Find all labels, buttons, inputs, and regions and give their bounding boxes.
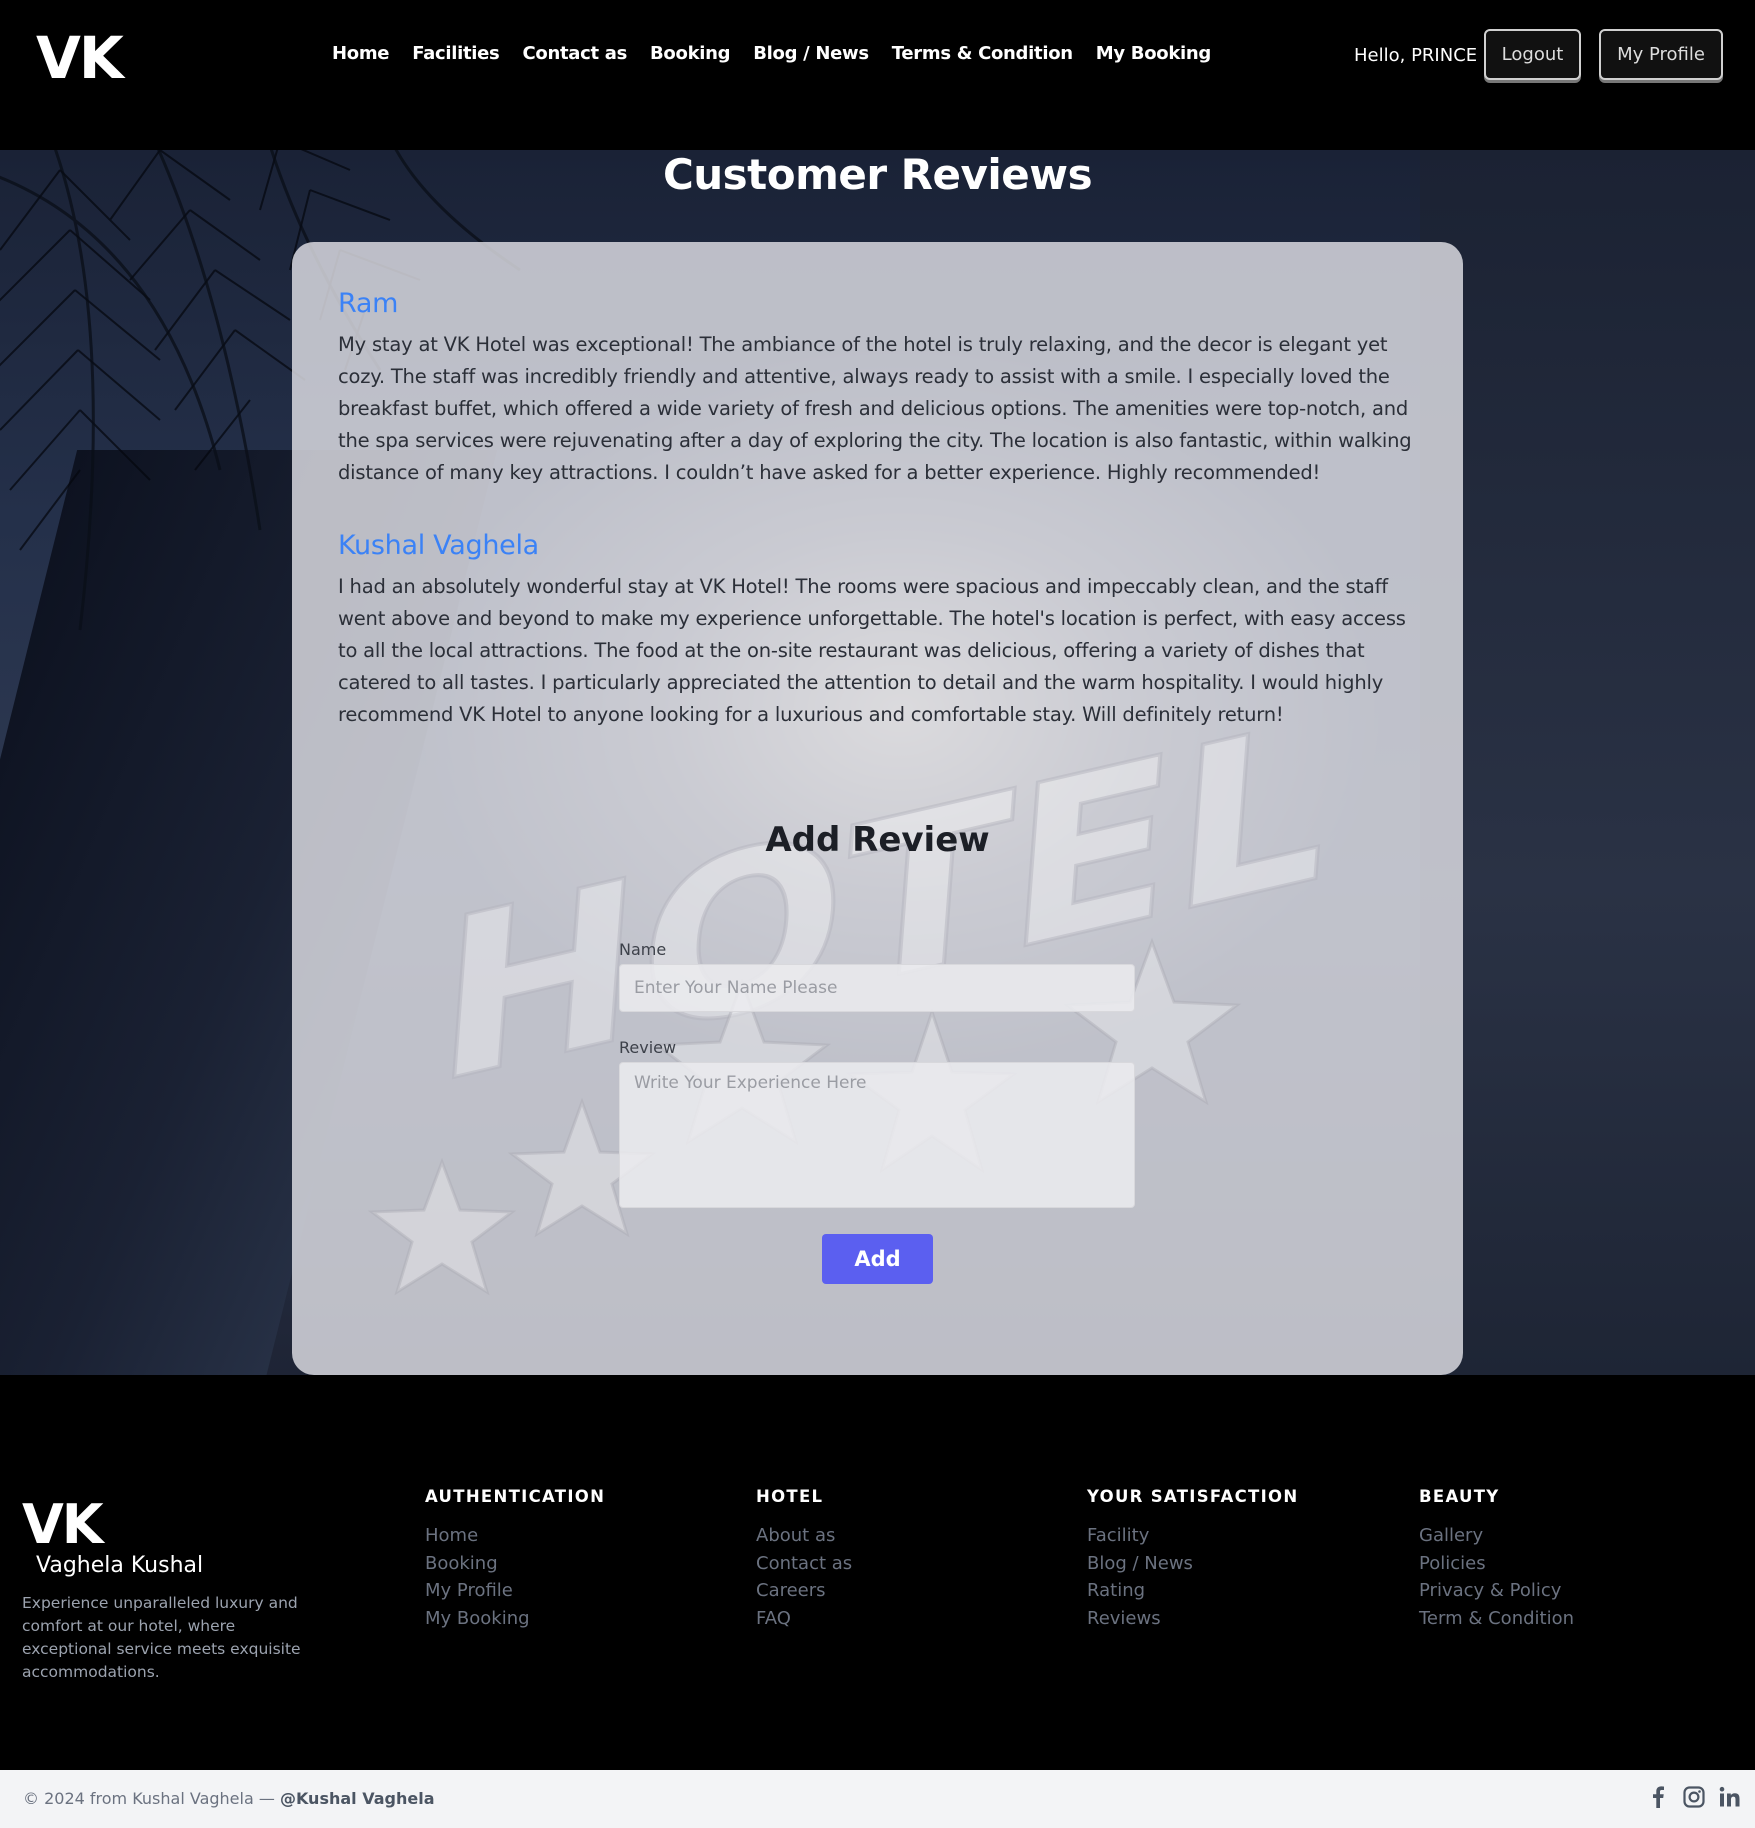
background-building-right <box>1420 150 1755 1375</box>
footer-link-privacy[interactable]: Privacy & Policy <box>1419 1577 1574 1605</box>
footer-column-beauty: BEAUTY Gallery Policies Privacy & Policy… <box>1419 1487 1574 1632</box>
nav-booking[interactable]: Booking <box>650 43 731 64</box>
footer-link-booking[interactable]: Booking <box>425 1550 605 1578</box>
site-header: VK Home Facilities Contact as Booking Bl… <box>0 0 1755 150</box>
review-item: Kushal Vaghela I had an absolutely wonde… <box>338 530 1423 731</box>
copyright-prefix: © 2024 from Kushal Vaghela — <box>23 1789 280 1808</box>
footer-column-satisfaction: YOUR SATISFACTION Facility Blog / News R… <box>1087 1487 1298 1632</box>
footer-column-hotel: HOTEL About as Contact as Careers FAQ <box>756 1487 852 1632</box>
review-text: I had an absolutely wonderful stay at VK… <box>338 575 1406 726</box>
review-item: Ram My stay at VK Hotel was exceptional!… <box>338 288 1423 489</box>
site-logo[interactable]: VK <box>36 24 124 92</box>
footer-logo[interactable]: VK <box>22 1493 104 1556</box>
footer-link-blog-news[interactable]: Blog / News <box>1087 1550 1298 1578</box>
footer-column-title: AUTHENTICATION <box>425 1487 606 1506</box>
name-label: Name <box>619 940 667 959</box>
footer-link-careers[interactable]: Careers <box>756 1577 852 1605</box>
footer-link-home[interactable]: Home <box>425 1522 605 1550</box>
review-textarea[interactable]: Write Your Experience Here <box>619 1062 1135 1208</box>
copyright-bar: © 2024 from Kushal Vaghela — @Kushal Vag… <box>0 1770 1755 1828</box>
review-label: Review <box>619 1038 677 1057</box>
linkedin-icon[interactable] <box>1719 1786 1741 1808</box>
footer-link-policies[interactable]: Policies <box>1419 1550 1574 1578</box>
page-title: Customer Reviews <box>662 150 1093 199</box>
reviews-card: HOTEL Ram My stay at VK Hotel was except… <box>292 242 1463 1375</box>
footer-brand-name: Vaghela Kushal <box>36 1553 204 1578</box>
name-input[interactable]: Enter Your Name Please <box>619 964 1135 1012</box>
footer-link-facility[interactable]: Facility <box>1087 1522 1298 1550</box>
review-text: My stay at VK Hotel was exceptional! The… <box>338 333 1412 484</box>
footer-link-faq[interactable]: FAQ <box>756 1605 852 1633</box>
footer-link-reviews[interactable]: Reviews <box>1087 1605 1298 1633</box>
facebook-icon[interactable] <box>1647 1786 1669 1808</box>
add-review-button[interactable]: Add <box>822 1234 933 1284</box>
review-author: Ram <box>338 288 399 319</box>
footer-link-contact[interactable]: Contact as <box>756 1550 852 1578</box>
footer-link-terms[interactable]: Term & Condition <box>1419 1605 1574 1633</box>
nav-facilities[interactable]: Facilities <box>412 43 500 64</box>
review-author: Kushal Vaghela <box>338 530 539 561</box>
footer-column-title: BEAUTY <box>1419 1487 1500 1506</box>
instagram-icon[interactable] <box>1683 1786 1705 1808</box>
user-greeting: Hello, PRINCE <box>1354 45 1478 66</box>
logout-button[interactable]: Logout <box>1484 29 1581 80</box>
site-footer: VK Vaghela Kushal Experience unparallele… <box>0 1375 1755 1770</box>
nav-home[interactable]: Home <box>332 43 390 64</box>
footer-link-my-booking[interactable]: My Booking <box>425 1605 605 1633</box>
footer-description: Experience unparalleled luxury and comfo… <box>22 1594 301 1681</box>
nav-blog-news[interactable]: Blog / News <box>753 43 869 64</box>
footer-link-gallery[interactable]: Gallery <box>1419 1522 1574 1550</box>
footer-column-authentication: AUTHENTICATION Home Booking My Profile M… <box>425 1487 605 1632</box>
nav-contact[interactable]: Contact as <box>522 43 627 64</box>
footer-link-my-profile[interactable]: My Profile <box>425 1577 605 1605</box>
copyright-text: © 2024 from Kushal Vaghela — @Kushal Vag… <box>23 1789 435 1808</box>
footer-column-title: YOUR SATISFACTION <box>1087 1487 1299 1506</box>
nav-terms[interactable]: Terms & Condition <box>892 43 1073 64</box>
social-links <box>1647 1786 1741 1808</box>
my-profile-button[interactable]: My Profile <box>1599 29 1723 80</box>
footer-link-rating[interactable]: Rating <box>1087 1577 1298 1605</box>
footer-column-title: HOTEL <box>756 1487 824 1506</box>
main-nav: Home Facilities Contact as Booking Blog … <box>332 43 1211 64</box>
add-review-title: Add Review <box>765 820 990 860</box>
nav-my-booking[interactable]: My Booking <box>1096 43 1212 64</box>
copyright-handle[interactable]: @Kushal Vaghela <box>280 1789 435 1808</box>
footer-link-about[interactable]: About as <box>756 1522 852 1550</box>
